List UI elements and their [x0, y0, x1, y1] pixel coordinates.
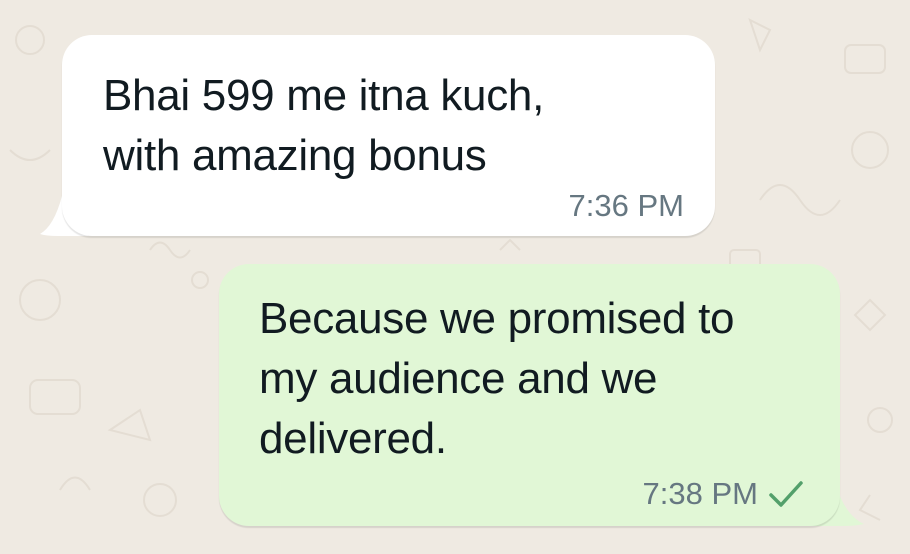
- outgoing-message-time: 7:38 PM: [642, 476, 758, 511]
- outgoing-message-text: Because we promised to my audience and w…: [259, 294, 735, 463]
- single-check-icon: [769, 481, 803, 507]
- incoming-message-text: Bhai 599 me itna kuch, with amazing bonu…: [103, 71, 545, 180]
- outgoing-message-bubble[interactable]: Because we promised to my audience and w…: [219, 264, 840, 526]
- incoming-message-meta: 7:36 PM: [569, 188, 684, 224]
- outgoing-message-meta: 7:38 PM: [643, 476, 804, 512]
- incoming-message-time: 7:36 PM: [568, 188, 684, 223]
- incoming-message-bubble[interactable]: Bhai 599 me itna kuch, with amazing bonu…: [62, 35, 715, 236]
